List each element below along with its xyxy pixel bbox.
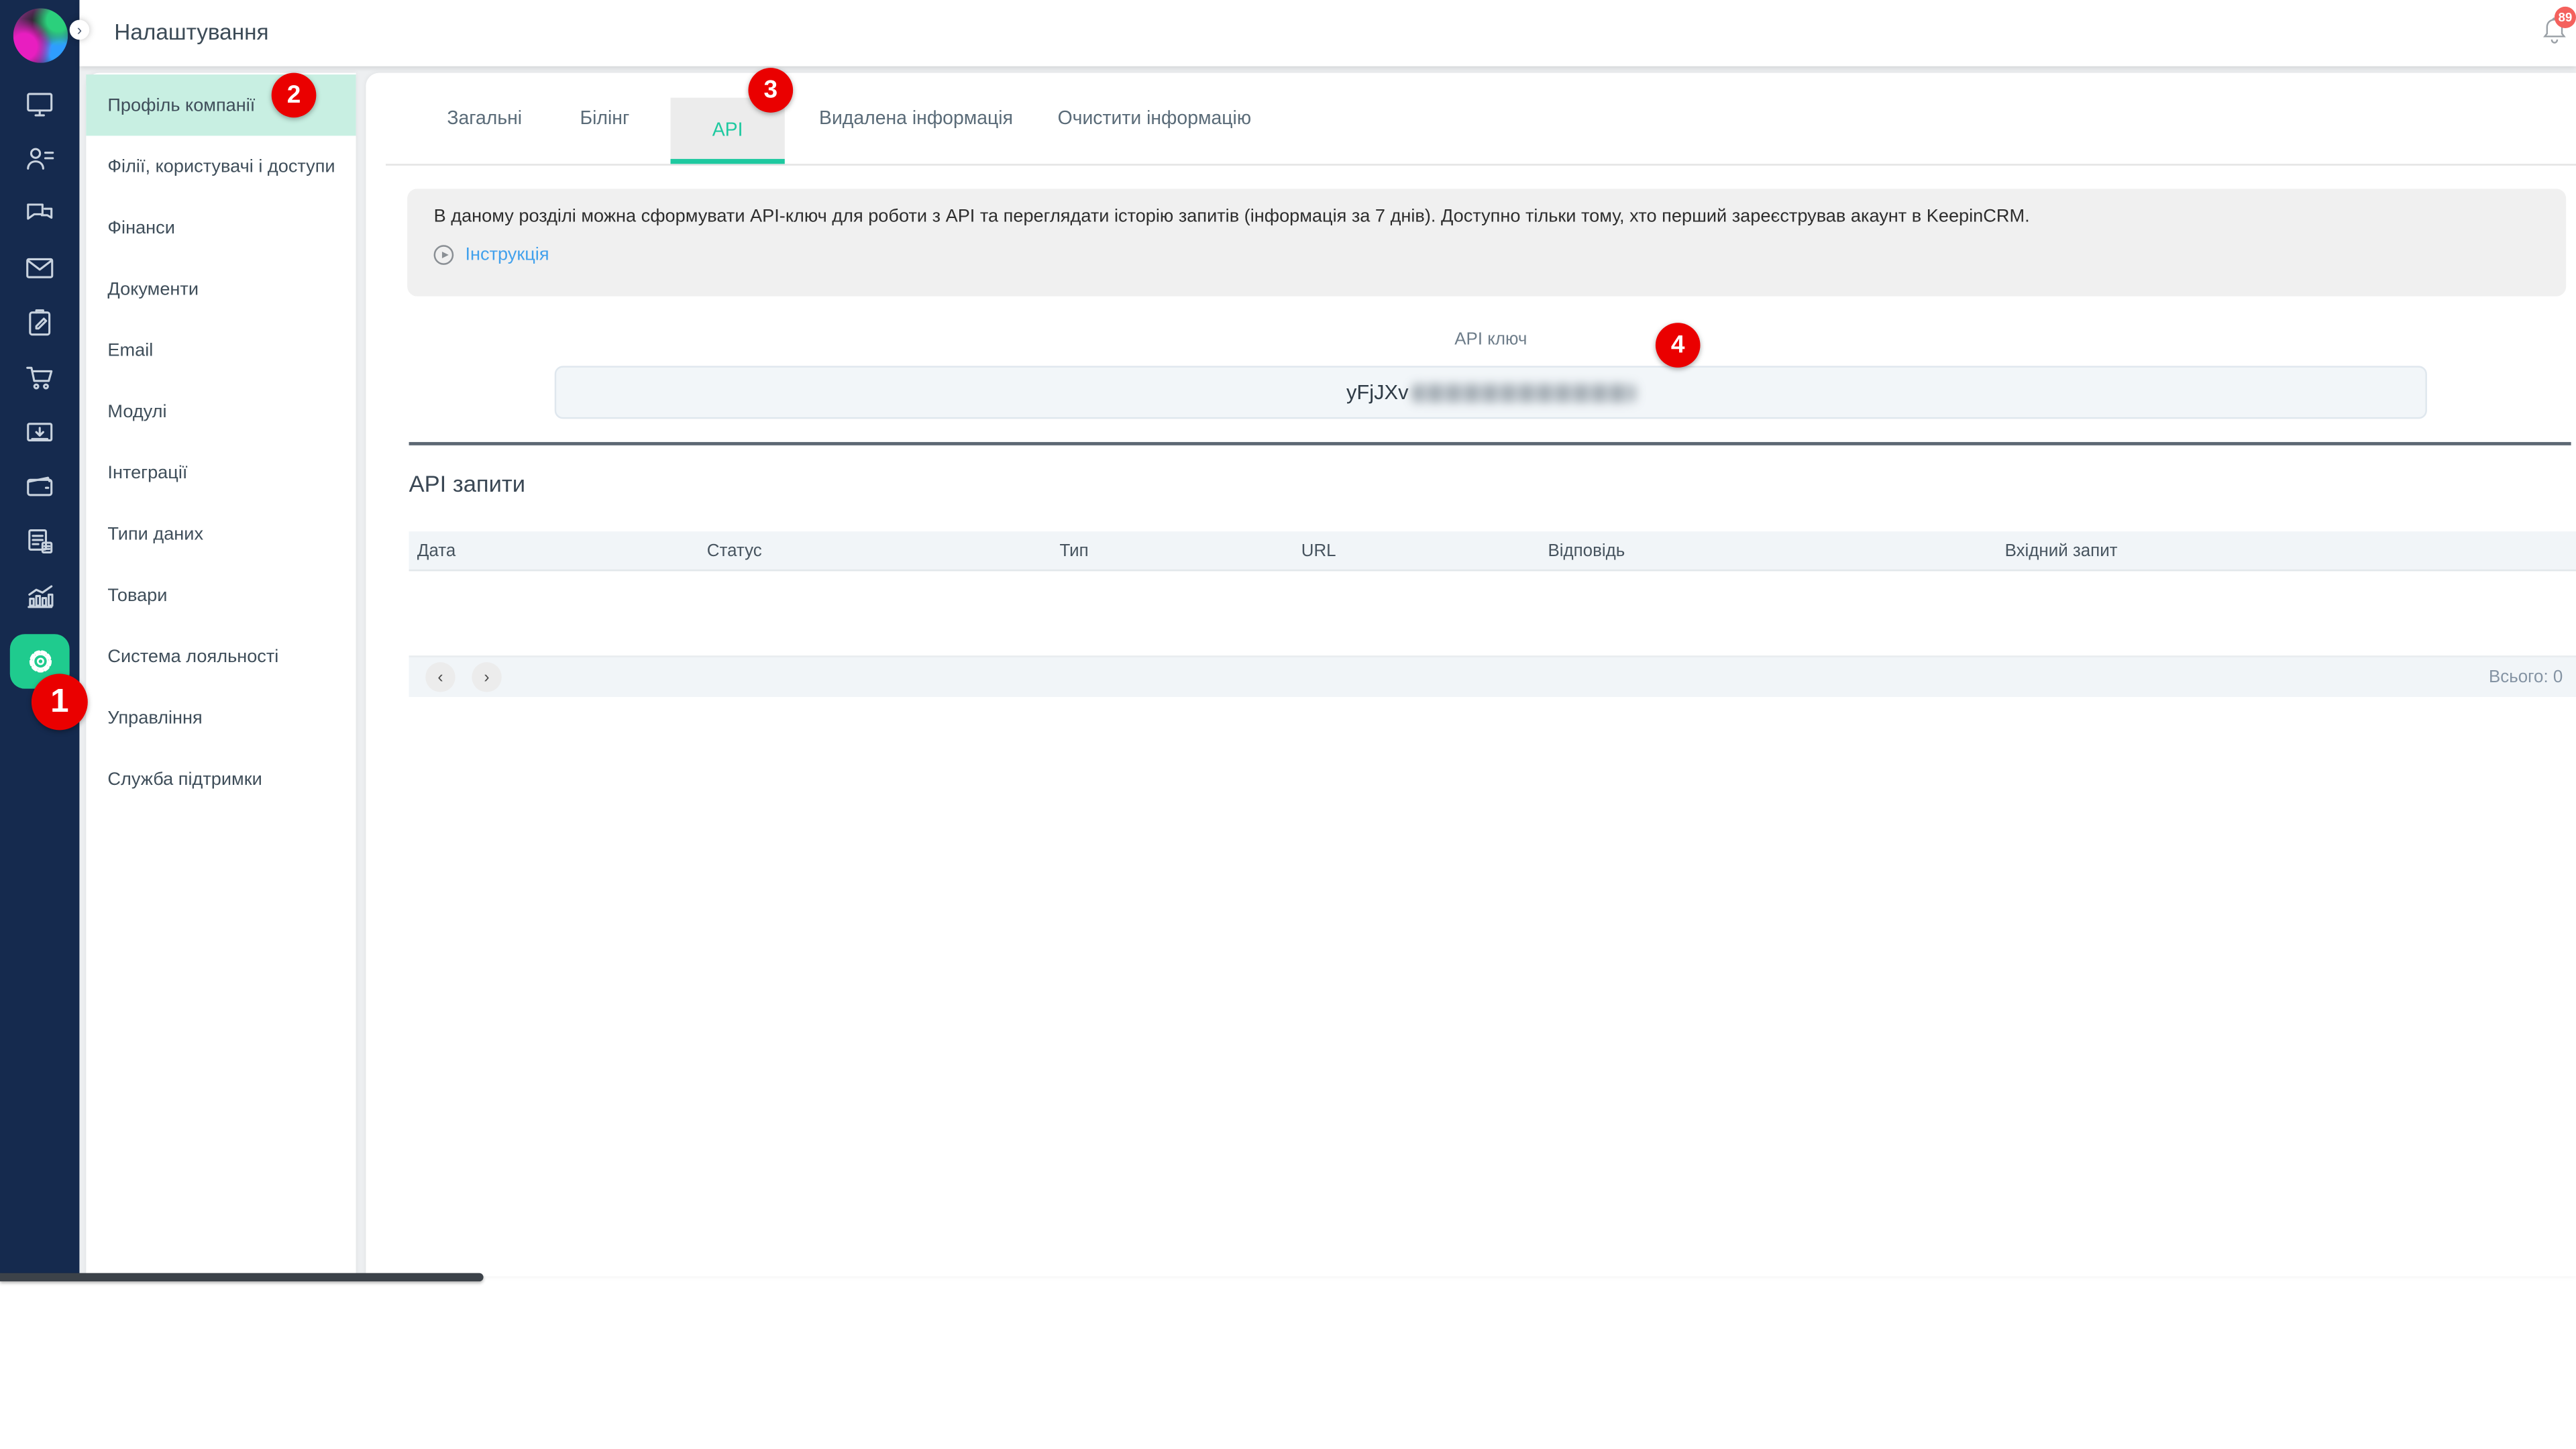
settings-menu-panel: Профіль компанії Філії, користувачі і до…	[86, 73, 356, 1277]
collapse-sidebar-button[interactable]: ›	[70, 20, 90, 40]
menu-item-data-types[interactable]: Типи даних	[86, 503, 356, 564]
api-key-field[interactable]: yFjJXv	[555, 366, 2427, 419]
top-header	[79, 0, 2576, 66]
sidebar-item-chat[interactable]	[23, 197, 56, 230]
wallet-icon	[23, 470, 56, 503]
api-key-section: API ключ yFjJXv	[555, 329, 2427, 419]
notification-count-badge: 89	[2555, 7, 2576, 28]
col-date: Дата	[417, 531, 455, 570]
menu-item-documents[interactable]: Документи	[86, 258, 356, 319]
tab-billing[interactable]: Білінг	[580, 109, 629, 129]
pagination-bar: ‹ › Всього: 0	[409, 655, 2576, 697]
user-avatar[interactable]	[13, 8, 68, 62]
tab-deleted-info[interactable]: Видалена інформація	[819, 109, 1013, 129]
sidebar-item-wallet[interactable]	[23, 470, 56, 503]
section-divider	[409, 442, 2571, 445]
sidebar-item-sales[interactable]	[23, 361, 56, 394]
sidebar-item-inbox[interactable]	[23, 415, 56, 448]
api-key-hidden-value	[1411, 383, 1635, 401]
menu-item-loyalty[interactable]: Система лояльності	[86, 626, 356, 687]
chevron-left-icon: ‹	[437, 668, 443, 686]
content-background: Профіль компанії Філії, користувачі і до…	[79, 66, 2576, 1277]
menu-item-branches-users[interactable]: Філії, користувачі і доступи	[86, 136, 356, 197]
main-content-panel: Загальні Білінг API Видалена інформація …	[366, 73, 2576, 1277]
menu-item-modules[interactable]: Модулі	[86, 381, 356, 442]
instruction-link[interactable]: Інструкція	[434, 245, 2567, 265]
col-type: Тип	[1059, 531, 1088, 570]
col-response: Відповідь	[1548, 531, 1625, 570]
menu-item-products[interactable]: Товари	[86, 565, 356, 626]
tasks-icon	[23, 307, 56, 339]
menu-item-email[interactable]: Email	[86, 319, 356, 380]
sidebar-item-clients[interactable]	[23, 142, 56, 175]
instruction-link-label: Інструкція	[465, 245, 549, 265]
chevron-right-icon: ›	[484, 668, 489, 686]
cart-icon	[23, 361, 56, 394]
sidebar-icon-list	[0, 88, 79, 689]
api-description: В даному розділі можна сформувати API-кл…	[407, 189, 2566, 227]
clients-icon	[23, 142, 56, 175]
menu-item-finance[interactable]: Фінанси	[86, 197, 356, 258]
annotation-badge-3: 3	[748, 68, 793, 113]
menu-item-integrations[interactable]: Інтеграції	[86, 442, 356, 503]
page-title: Налаштування	[114, 20, 268, 45]
menu-item-company-profile[interactable]: Профіль компанії	[86, 74, 356, 136]
analytics-icon	[23, 580, 56, 612]
mail-icon	[23, 252, 56, 284]
app-root: › Налаштування 89 Профіль компанії Філії…	[0, 0, 2576, 1448]
col-incoming: Вхідний запит	[2005, 531, 2118, 570]
inbox-icon	[23, 415, 56, 448]
tab-clear-info[interactable]: Очистити інформацію	[1058, 109, 1252, 129]
annotation-badge-4: 4	[1656, 323, 1701, 368]
sidebar-item-analytics[interactable]	[23, 580, 56, 612]
sidebar-item-tasks[interactable]	[23, 307, 56, 339]
icon-sidebar	[0, 0, 79, 1277]
tabs-row: Загальні Білінг API Видалена інформація …	[386, 73, 2576, 166]
menu-item-management[interactable]: Управління	[86, 687, 356, 748]
documents-icon	[23, 525, 56, 557]
col-status: Статус	[707, 531, 762, 570]
sidebar-item-dashboard[interactable]	[23, 88, 56, 121]
next-page-button[interactable]: ›	[472, 662, 501, 692]
window-edge-line	[0, 1273, 484, 1281]
annotation-badge-2: 2	[272, 73, 317, 118]
settings-menu-list: Профіль компанії Філії, користувачі і до…	[86, 73, 356, 810]
col-url: URL	[1301, 531, 1336, 570]
prev-page-button[interactable]: ‹	[425, 662, 455, 692]
requests-table-header: Дата Статус Тип URL Відповідь Вхідний за…	[409, 531, 2576, 571]
sidebar-item-documents[interactable]	[23, 525, 56, 557]
sidebar-item-mail[interactable]	[23, 252, 56, 284]
settings-gear-icon	[24, 645, 56, 677]
chat-icon	[23, 197, 56, 230]
api-info-box: В даному розділі можна сформувати API-кл…	[407, 189, 2566, 296]
dashboard-icon	[23, 88, 56, 121]
tab-general[interactable]: Загальні	[447, 109, 522, 129]
api-requests-title: API запити	[409, 470, 525, 496]
api-key-visible-value: yFjJXv	[1346, 381, 1409, 405]
menu-item-support[interactable]: Служба підтримки	[86, 748, 356, 809]
api-key-label: API ключ	[555, 329, 2427, 350]
video-play-icon	[434, 245, 454, 265]
total-count: Всього: 0	[2489, 657, 2563, 697]
annotation-badge-1: 1	[32, 674, 88, 730]
chevron-right-icon: ›	[77, 22, 82, 37]
